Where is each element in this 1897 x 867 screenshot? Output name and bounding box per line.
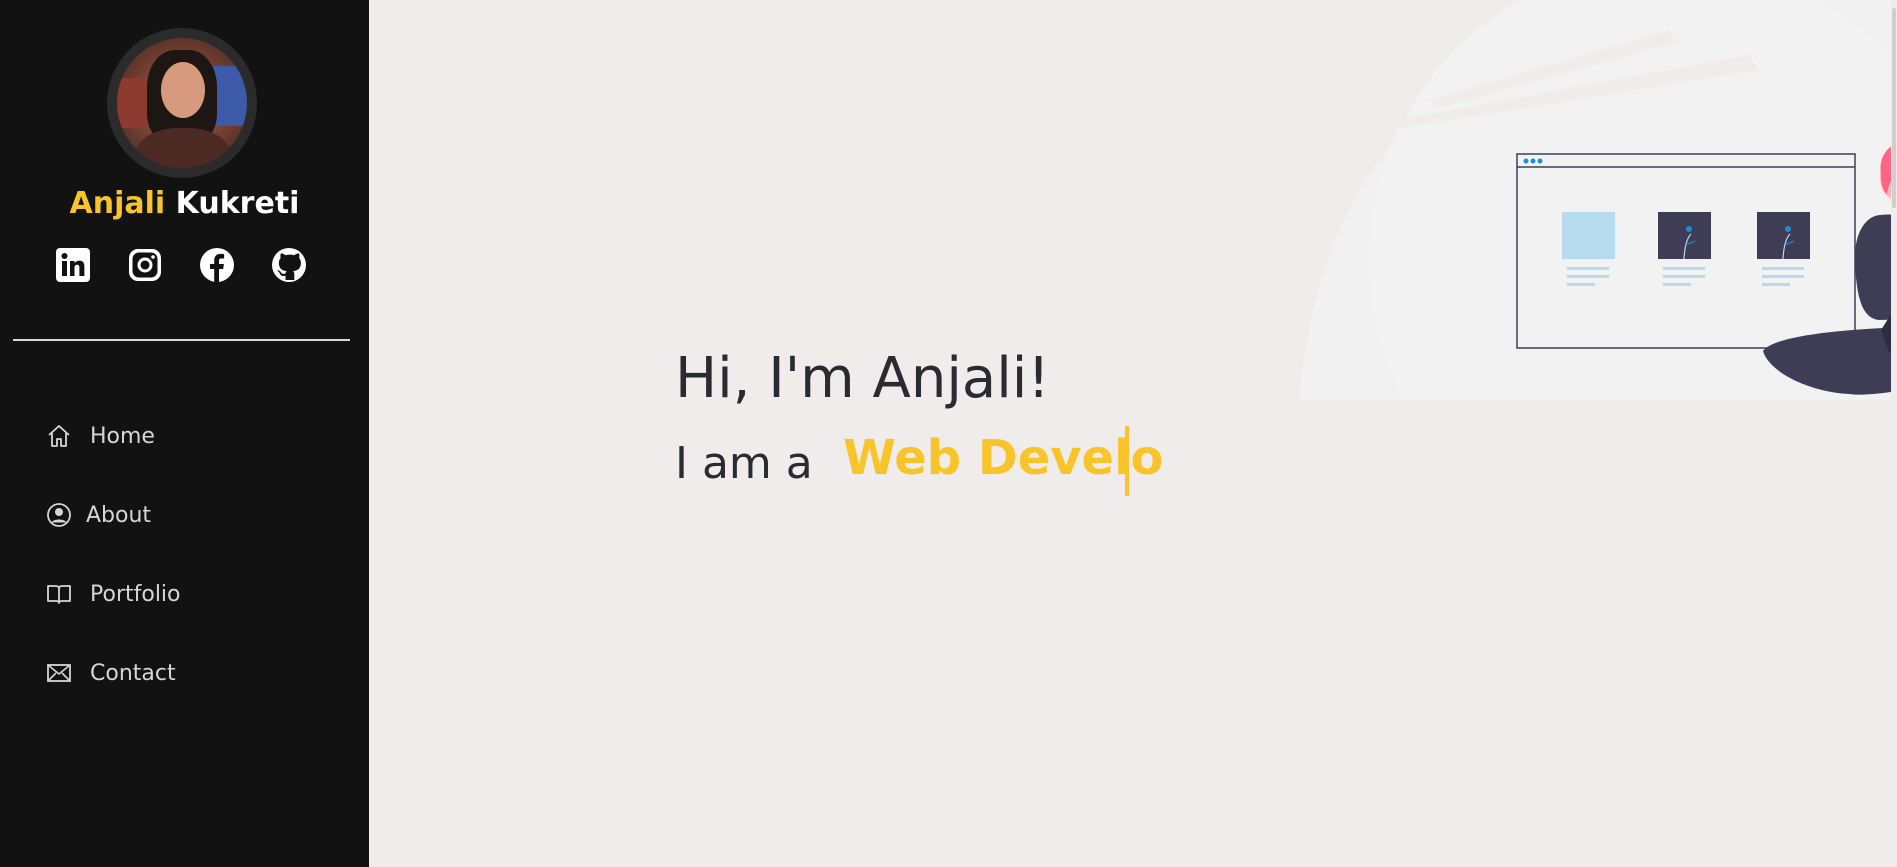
profile-name: Anjali Kukreti (0, 186, 369, 221)
github-icon (272, 248, 306, 282)
main-content: Hi, I'm Anjali! I am a Web Develo (369, 0, 1897, 867)
linkedin-link[interactable] (54, 246, 92, 284)
typed-role-text: Web Develo (843, 430, 1164, 486)
instagram-icon (129, 249, 161, 281)
nav-item-label: Portfolio (90, 581, 181, 607)
profile-photo (117, 38, 247, 168)
social-links (0, 246, 369, 286)
avatar (107, 28, 257, 178)
nav-item-contact[interactable]: Contact (46, 653, 326, 693)
sidebar-divider (13, 339, 350, 341)
page-scrollbar[interactable] (1891, 0, 1897, 867)
linkedin-icon (56, 248, 90, 282)
sidebar: Anjali Kukreti Home About Portfolio Cont… (0, 0, 369, 867)
typing-cursor (1125, 426, 1129, 496)
book-icon (46, 581, 72, 607)
hero-subtitle-prefix: I am a (675, 438, 813, 489)
github-link[interactable] (270, 246, 308, 284)
facebook-link[interactable] (198, 246, 236, 284)
last-name: Kukreti (175, 186, 300, 221)
nav-item-home[interactable]: Home (46, 416, 326, 456)
portfolio-app: Anjali Kukreti Home About Portfolio Cont… (0, 0, 1897, 867)
nav-item-portfolio[interactable]: Portfolio (46, 574, 326, 614)
nav-item-label: Contact (90, 660, 176, 686)
hero-illustration (1299, 0, 1897, 400)
envelope-icon (46, 660, 72, 686)
instagram-link[interactable] (126, 246, 164, 284)
hero-title: Hi, I'm Anjali! (675, 346, 1050, 411)
nav-item-label: About (86, 502, 152, 528)
facebook-icon (200, 248, 234, 282)
first-name: Anjali (69, 186, 166, 221)
user-circle-icon (46, 502, 72, 528)
nav-item-label: Home (90, 423, 155, 449)
home-icon (46, 423, 72, 449)
nav-item-about[interactable]: About (46, 495, 326, 535)
scrollbar-thumb[interactable] (1892, 8, 1896, 208)
